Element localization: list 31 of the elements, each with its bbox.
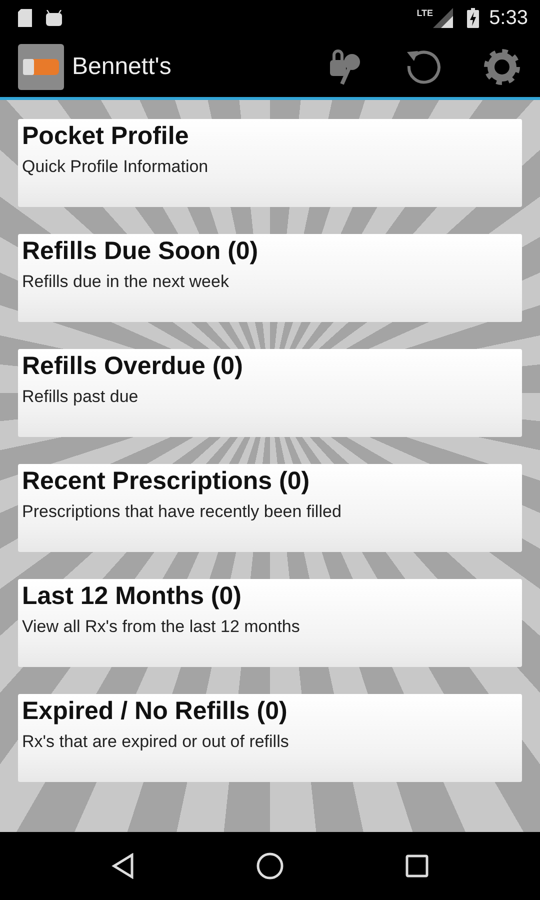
sd-card-icon bbox=[18, 9, 32, 27]
network-type: LTE bbox=[416, 8, 434, 18]
card-subtitle: Quick Profile Information bbox=[22, 157, 210, 177]
menu-card[interactable]: Pocket Profile Quick Profile Information bbox=[18, 119, 522, 207]
battery-charging-icon bbox=[467, 8, 480, 28]
card-title: Recent Prescriptions (0) bbox=[22, 467, 311, 496]
settings-icon[interactable] bbox=[482, 46, 522, 86]
card-subtitle: Prescriptions that have recently been filled bbox=[22, 502, 342, 522]
card-subtitle: View all Rx's from the last 12 months bbox=[22, 617, 301, 637]
app-logo-icon[interactable] bbox=[18, 44, 64, 90]
clock: 5:33 bbox=[489, 6, 528, 30]
card-subtitle: Rx's that are expired or out of refills bbox=[22, 732, 290, 752]
refresh-icon[interactable] bbox=[404, 48, 442, 86]
signal-icon bbox=[433, 8, 454, 28]
menu-card[interactable]: Last 12 Months (0) View all Rx's from the last 12 months bbox=[18, 579, 522, 667]
menu-card[interactable]: Recent Prescriptions (0) Prescriptions that have recently been filled bbox=[18, 464, 522, 552]
menu-card[interactable]: Expired / No Refills (0) Rx's that are expired or out of refills bbox=[18, 694, 522, 782]
menu-card[interactable]: Refills Overdue (0) Refills past due bbox=[18, 349, 522, 437]
card-subtitle: Refills due in the next week bbox=[22, 272, 230, 292]
menu-card[interactable]: Refills Due Soon (0) Refills due in the next week bbox=[18, 234, 522, 322]
card-title: Expired / No Refills (0) bbox=[22, 697, 288, 726]
back-icon[interactable] bbox=[110, 853, 135, 879]
recents-icon[interactable] bbox=[405, 854, 430, 878]
android-icon bbox=[46, 10, 62, 26]
card-title: Refills Due Soon (0) bbox=[22, 237, 260, 266]
card-title: Pocket Profile bbox=[22, 122, 190, 151]
card-title: Last 12 Months (0) bbox=[22, 582, 242, 611]
card-subtitle: Refills past due bbox=[22, 387, 140, 407]
home-icon[interactable] bbox=[256, 852, 284, 880]
app-title: Bennett's bbox=[72, 52, 172, 80]
card-title: Refills Overdue (0) bbox=[22, 352, 244, 381]
